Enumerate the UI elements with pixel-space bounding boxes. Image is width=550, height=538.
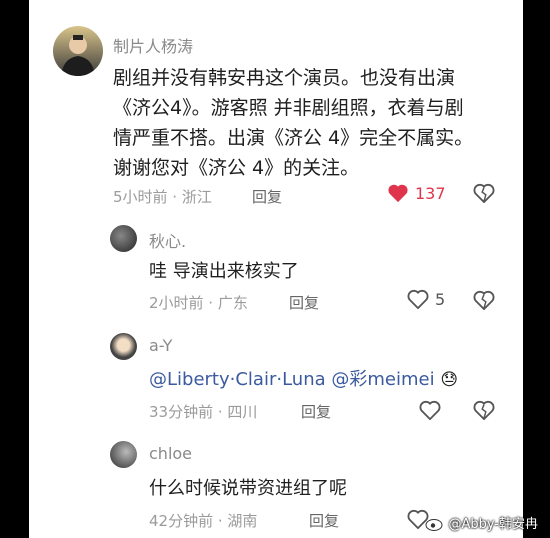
reply-button[interactable]: 回复 xyxy=(252,186,282,207)
heart-filled-icon xyxy=(388,184,408,203)
comment-text-line: 情严重不搭。出演《济公 4》完全不属实。 xyxy=(113,127,474,149)
comment-time-location: 5小时前 · 浙江 xyxy=(113,188,212,206)
comment-author[interactable]: chloe xyxy=(149,444,192,463)
comment-time-location: 42分钟前 · 湖南 xyxy=(149,512,258,530)
watermark-text: @Abby-韩安冉 xyxy=(448,517,538,532)
sweat-emoji-icon: 😓 xyxy=(440,370,459,390)
mention-link[interactable]: @Liberty·Clair·Luna xyxy=(149,369,326,390)
like-button[interactable]: 5 xyxy=(407,289,445,309)
comment-text: 剧组并没有韩安冉这个演员。也没有出演 《济公4》。游客照 并非剧组照，衣着与剧 … xyxy=(113,63,473,183)
reply-button[interactable]: 回复 xyxy=(289,292,319,313)
comment-text-line: 《济公4》。游客照 并非剧组照，衣着与剧 xyxy=(113,97,464,119)
avatar[interactable] xyxy=(53,26,103,76)
weibo-logo-icon xyxy=(425,515,445,531)
like-button[interactable]: 137 xyxy=(387,183,446,203)
comment-author[interactable]: a-Y xyxy=(149,336,172,355)
comment-text: @Liberty·Clair·Luna @彩meimei 😓 xyxy=(149,365,458,391)
mention-link[interactable]: @彩meimei xyxy=(331,369,434,390)
reply-button[interactable]: 回复 xyxy=(309,510,339,531)
reply-button[interactable]: 回复 xyxy=(301,401,331,422)
comment-text: 什么时候说带资进组了呢 xyxy=(149,478,347,499)
heart-outline-icon xyxy=(407,289,429,309)
comment-time-location: 2小时前 · 广东 xyxy=(149,294,248,312)
comment-author[interactable]: 制片人杨涛 xyxy=(113,33,193,57)
comment-time-location: 33分钟前 · 四川 xyxy=(149,403,258,421)
like-count: 137 xyxy=(415,183,446,203)
comment-author[interactable]: 秋心. xyxy=(149,228,186,252)
dislike-icon[interactable] xyxy=(473,400,495,420)
dislike-icon[interactable] xyxy=(473,183,495,203)
comment-text-line: 剧组并没有韩安冉这个演员。也没有出演 xyxy=(113,67,456,89)
avatar[interactable] xyxy=(110,225,137,252)
heart-outline-icon[interactable] xyxy=(419,400,441,420)
avatar[interactable] xyxy=(110,441,137,468)
comment-text-line: 谢谢您对《济公 4》的关注。 xyxy=(113,157,360,179)
comment-panel: 制片人杨涛 剧组并没有韩安冉这个演员。也没有出演 《济公4》。游客照 并非剧组照… xyxy=(29,0,523,538)
avatar[interactable] xyxy=(110,333,137,360)
weibo-watermark: @Abby-韩安冉 xyxy=(425,513,538,532)
like-count: 5 xyxy=(435,289,446,309)
comment-text: 哇 导演出来核实了 xyxy=(149,261,299,282)
dislike-icon[interactable] xyxy=(473,290,495,310)
